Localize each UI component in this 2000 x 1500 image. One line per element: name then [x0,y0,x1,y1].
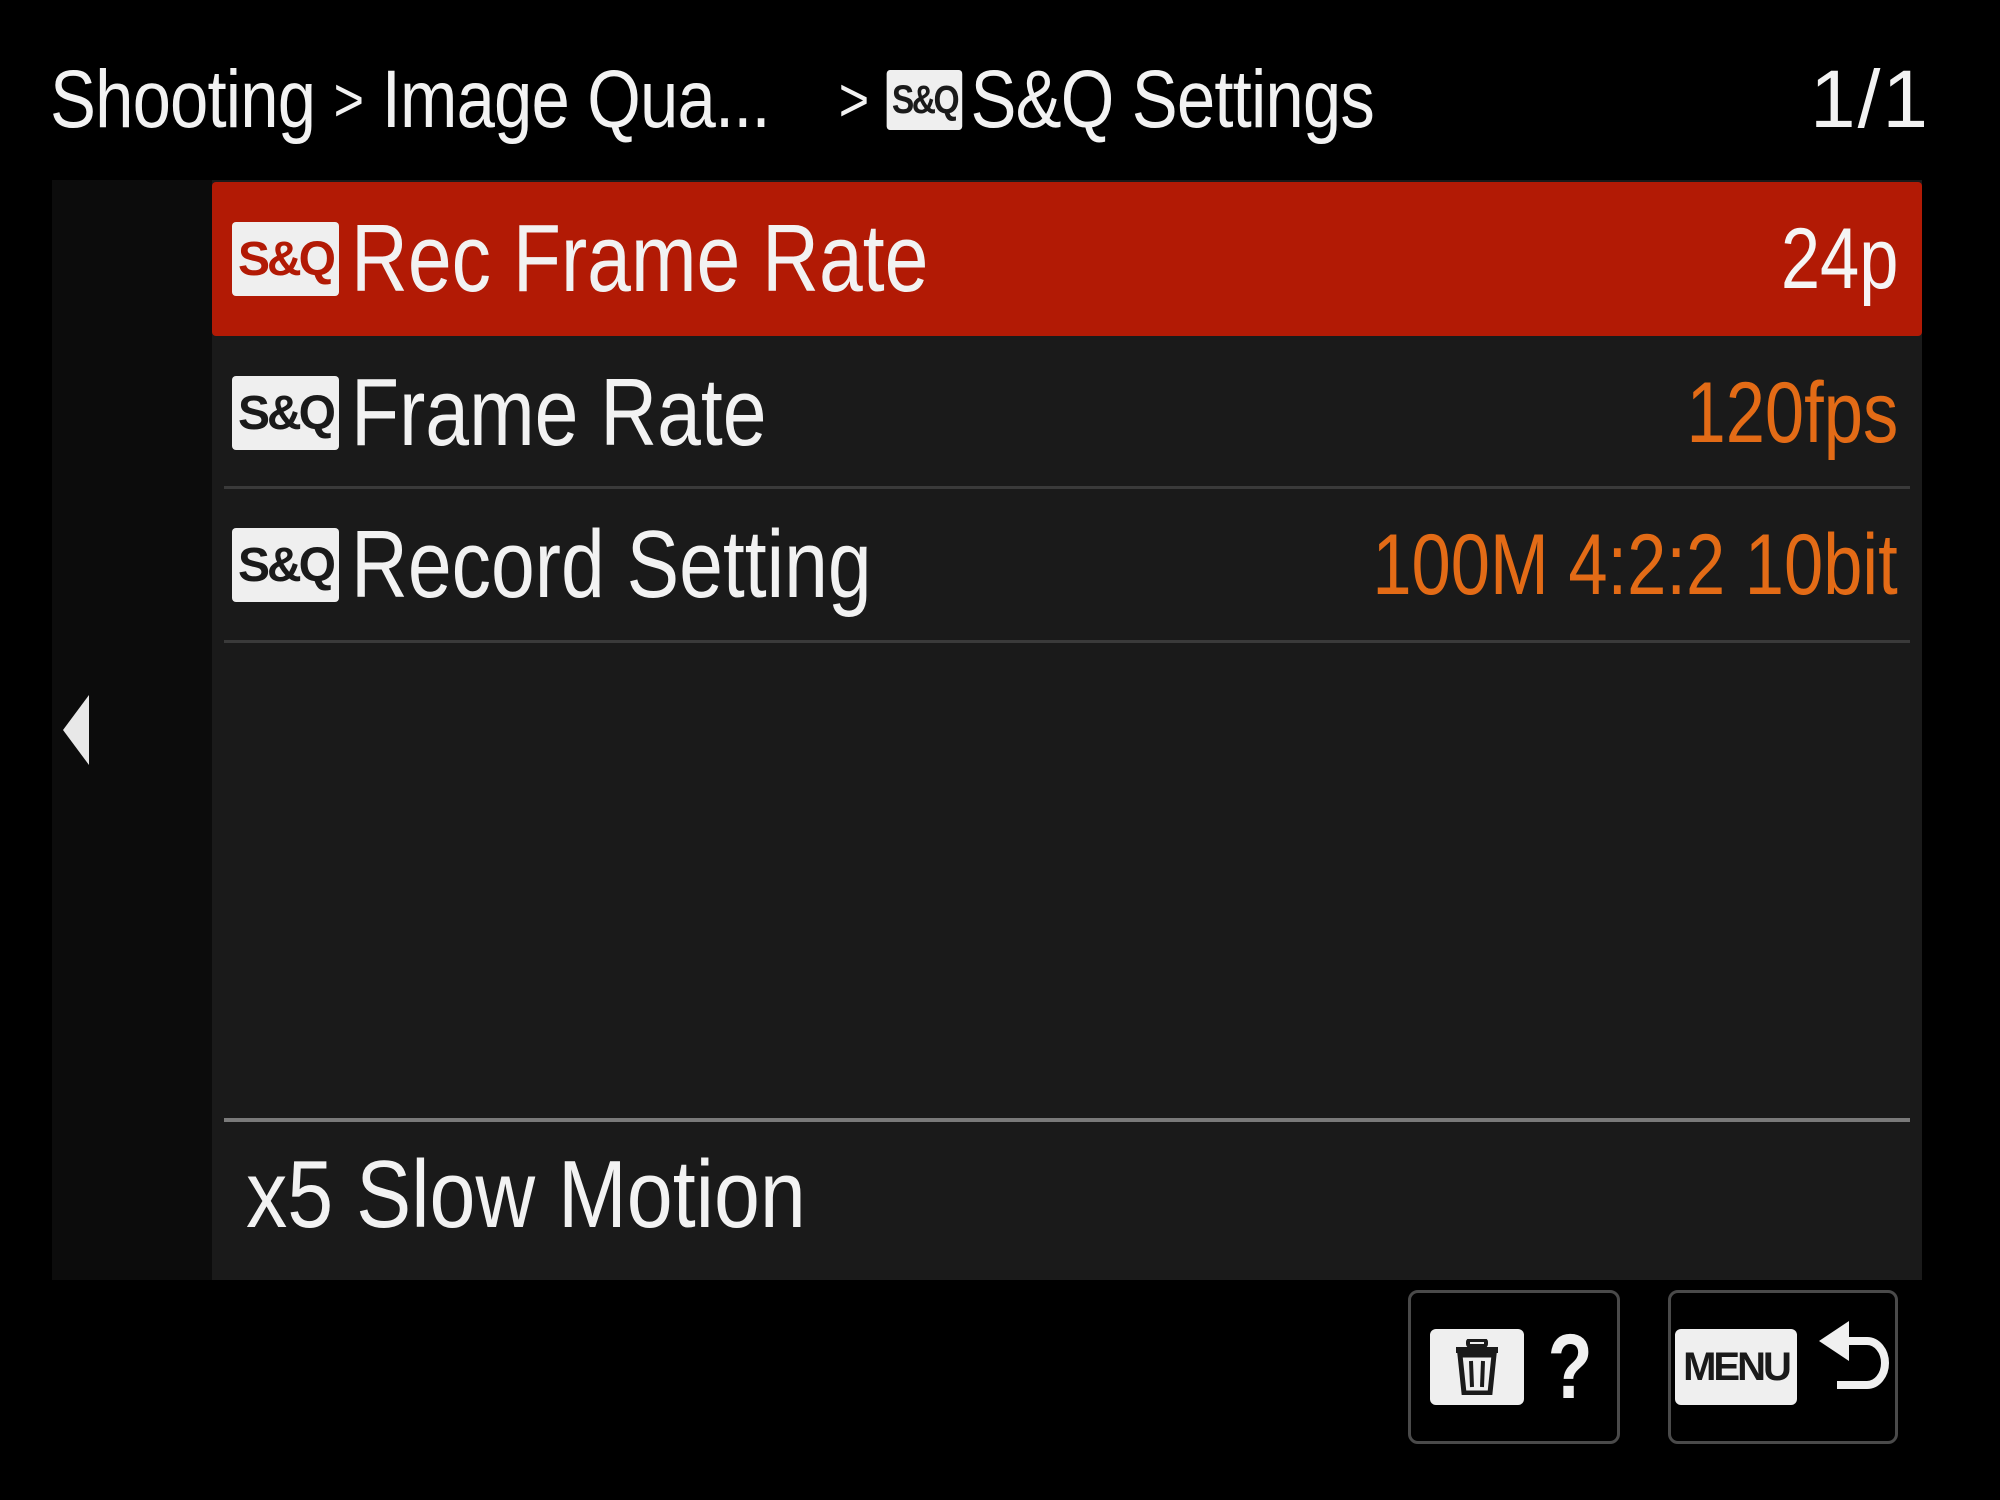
breadcrumb-separator: > [333,65,364,135]
page-indicator: 1/1 [1810,54,1930,145]
menu-item-label: Frame Rate [351,359,767,466]
breadcrumb-image-quality[interactable]: Image Qua... [382,53,771,147]
menu-back-button[interactable]: MENU [1668,1290,1898,1444]
item-description: x5 Slow Motion [246,1141,806,1248]
menu-item-label: Rec Frame Rate [351,205,929,312]
row-divider [224,486,1910,489]
description-divider [224,1118,1910,1122]
question-icon: ? [1547,1315,1593,1418]
return-arrow-icon [1815,1317,1891,1418]
menu-item-record-setting[interactable]: S&Q Record Setting 100M 4:2:2 10bit [212,490,1922,640]
header: Shooting > Image Qua... > S&Q S&Q Settin… [50,40,1621,160]
sq-badge-icon: S&Q [886,70,963,130]
menu-item-rec-frame-rate[interactable]: S&Q Rec Frame Rate 24p [212,182,1922,336]
settings-list: S&Q Rec Frame Rate 24p S&Q Frame Rate 12… [212,180,1922,1280]
menu-item-value: 100M 4:2:2 10bit [1372,516,1898,613]
triangle-left-icon[interactable] [63,695,89,765]
page-title: S&Q Settings [970,54,1375,145]
breadcrumb-shooting[interactable]: Shooting [50,53,316,147]
menu-item-value: 120fps [1686,364,1898,461]
menu-item-label: Record Setting [351,511,872,618]
sq-badge-icon: S&Q [232,376,340,450]
trash-icon [1429,1329,1524,1405]
menu-label: MENU [1675,1329,1797,1405]
sq-badge-icon: S&Q [232,222,340,296]
menu-item-frame-rate[interactable]: S&Q Frame Rate 120fps [212,338,1922,488]
row-divider [224,640,1910,643]
breadcrumb-separator: > [838,65,869,135]
menu-item-value: 24p [1780,210,1898,307]
sq-badge-icon: S&Q [232,528,340,602]
delete-help-button[interactable]: ? [1408,1290,1620,1444]
